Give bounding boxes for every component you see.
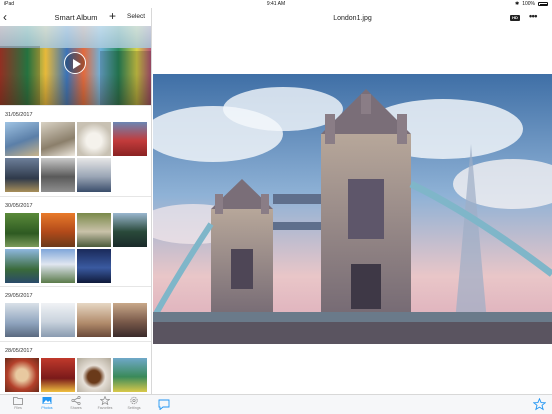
bluetooth-icon: ✱ [515,1,520,7]
play-icon[interactable] [64,52,86,74]
photo-grid [5,303,147,337]
photo-thumbnail[interactable] [77,249,111,283]
tab-settings[interactable]: Settings [120,396,148,414]
photo-grid [5,122,147,192]
tab-bar: Files Photos Shares Favorites Settings [0,394,552,414]
photo-thumbnail[interactable] [41,158,75,192]
photo-thumbnail[interactable] [41,303,75,337]
album-panel: ‹ Smart Album + Select 31/05/2017 30/05/… [0,8,152,394]
photo-thumbnail[interactable] [113,122,147,156]
status-bar: iPad 9:41 AM ✱ 100% [0,0,552,8]
share-icon [71,396,81,405]
photo-thumbnail[interactable] [113,303,147,337]
video-thumbnail[interactable] [0,26,151,106]
clock: 9:41 AM [266,1,286,7]
photo-thumbnail[interactable] [5,213,39,247]
tab-photos[interactable]: Photos [33,396,61,414]
main-photo[interactable] [153,74,552,344]
battery-percent: 100% [522,1,535,7]
photo-thumbnail[interactable] [5,158,39,192]
photo-thumbnail[interactable] [5,358,39,392]
photo-grid [5,213,147,283]
battery-icon [538,2,548,6]
section-date: 28/05/2017 [5,348,33,354]
photo-thumbnail[interactable] [41,358,75,392]
back-button[interactable]: ‹ [3,10,13,24]
photo-thumbnail[interactable] [77,158,111,192]
photo-thumbnail[interactable] [5,249,39,283]
photo-thumbnail[interactable] [77,213,111,247]
tower-bridge-image [153,74,552,344]
comment-icon[interactable] [158,399,170,410]
photo-thumbnail[interactable] [41,122,75,156]
section-date: 29/05/2017 [5,293,33,299]
photo-thumbnail[interactable] [113,358,147,392]
file-title: London1.jpg [333,15,372,22]
photo-thumbnail[interactable] [77,358,111,392]
album-header: ‹ Smart Album + Select [0,8,151,26]
tab-files[interactable]: Files [4,396,32,414]
star-icon [100,396,110,405]
section-date: 31/05/2017 [5,112,33,118]
viewer-header: London1.jpg HD ••• [153,8,552,28]
gear-icon [130,396,138,405]
folder-icon [13,397,23,405]
add-button[interactable]: + [109,9,116,23]
tab-shares[interactable]: Shares [62,396,90,414]
hd-toggle[interactable]: HD [510,15,520,21]
favorite-star-icon[interactable] [533,398,546,411]
select-button[interactable]: Select [127,13,145,20]
photo-grid [5,358,147,392]
photo-thumbnail[interactable] [113,213,147,247]
photo-thumbnail[interactable] [5,303,39,337]
section-date: 30/05/2017 [5,203,33,209]
photo-icon [42,397,52,404]
photo-thumbnail[interactable] [41,249,75,283]
tab-favorites[interactable]: Favorites [91,396,119,414]
photo-thumbnail[interactable] [5,122,39,156]
photo-thumbnail[interactable] [41,213,75,247]
album-title: Smart Album [54,13,98,22]
more-options-button[interactable]: ••• [529,11,537,21]
photo-thumbnail[interactable] [77,122,111,156]
photo-thumbnail[interactable] [77,303,111,337]
